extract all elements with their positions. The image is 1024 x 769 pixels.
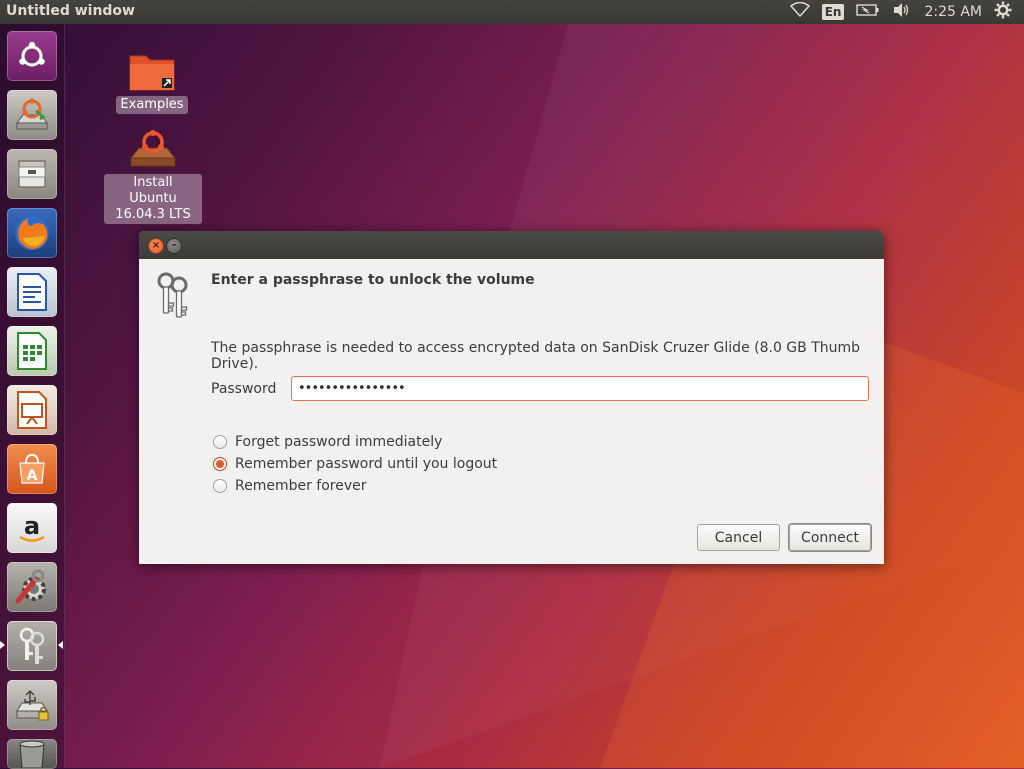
radio-label: Remember forever bbox=[235, 478, 367, 494]
amazon-icon[interactable]: a bbox=[7, 503, 57, 553]
desktop-icon-label: Examples bbox=[116, 96, 188, 114]
radio-button[interactable] bbox=[213, 479, 227, 493]
keys-icon bbox=[153, 271, 193, 323]
desktop-icon-install-ubuntu[interactable]: Install Ubuntu 16.04.3 LTS bbox=[100, 126, 206, 224]
usb-drive-icon[interactable] bbox=[7, 680, 57, 730]
install-ubuntu-icon bbox=[129, 130, 177, 167]
keys-passwords-icon[interactable] bbox=[7, 621, 57, 671]
files-icon[interactable] bbox=[7, 149, 57, 199]
unlock-volume-dialog: × – Enter a passphrase to unlock the vol… bbox=[139, 231, 884, 564]
launcher-focus-indicator bbox=[58, 641, 63, 649]
top-panel: Untitled window En 2:25 AM bbox=[0, 0, 1024, 24]
desktop-icon-label: Install Ubuntu 16.04.3 LTS bbox=[104, 174, 202, 224]
libreoffice-writer-icon[interactable] bbox=[7, 267, 57, 317]
firefox-icon[interactable] bbox=[7, 208, 57, 258]
ubuntu-dash-icon[interactable] bbox=[7, 31, 57, 81]
radio-remember-until-logout[interactable]: Remember password until you logout bbox=[213, 456, 497, 472]
system-tray: En 2:25 AM bbox=[789, 0, 1024, 24]
dialog-titlebar[interactable]: × – bbox=[139, 231, 884, 259]
radio-label: Remember password until you logout bbox=[235, 456, 498, 472]
keyboard-layout-indicator[interactable]: En bbox=[821, 4, 845, 20]
dialog-heading: Enter a passphrase to unlock the volume bbox=[211, 272, 535, 288]
close-button[interactable]: × bbox=[148, 238, 164, 254]
system-settings-icon[interactable] bbox=[7, 562, 57, 612]
svg-text:A: A bbox=[27, 468, 38, 484]
libreoffice-impress-icon[interactable] bbox=[7, 385, 57, 435]
launcher-running-indicator bbox=[0, 641, 5, 649]
radio-remember-forever[interactable]: Remember forever bbox=[213, 478, 367, 494]
libreoffice-calc-icon[interactable] bbox=[7, 326, 57, 376]
trash-icon[interactable] bbox=[7, 739, 57, 769]
software-center-icon[interactable]: A bbox=[7, 444, 57, 494]
password-label: Password bbox=[211, 381, 277, 397]
volume-icon[interactable] bbox=[892, 2, 912, 22]
folder-icon bbox=[129, 55, 175, 91]
password-input[interactable] bbox=[291, 376, 869, 401]
window-title: Untitled window bbox=[6, 3, 135, 19]
radio-label: Forget password immediately bbox=[235, 434, 443, 450]
battery-icon[interactable] bbox=[856, 3, 880, 21]
cancel-button[interactable]: Cancel bbox=[697, 524, 780, 551]
svg-text:a: a bbox=[24, 512, 40, 540]
minimize-button[interactable]: – bbox=[166, 238, 182, 254]
radio-button[interactable] bbox=[213, 435, 227, 449]
install-ubuntu-icon[interactable] bbox=[7, 90, 57, 140]
dialog-description: The passphrase is needed to access encry… bbox=[211, 340, 861, 372]
connect-button[interactable]: Connect bbox=[789, 524, 871, 551]
wifi-icon[interactable] bbox=[789, 1, 810, 22]
gear-icon[interactable] bbox=[994, 1, 1012, 23]
radio-button-selected[interactable] bbox=[213, 457, 227, 471]
launcher: A a bbox=[0, 24, 65, 769]
clock[interactable]: 2:25 AM bbox=[924, 4, 982, 20]
radio-forget-immediately[interactable]: Forget password immediately bbox=[213, 434, 442, 450]
desktop-icon-examples[interactable]: Examples bbox=[112, 50, 192, 114]
